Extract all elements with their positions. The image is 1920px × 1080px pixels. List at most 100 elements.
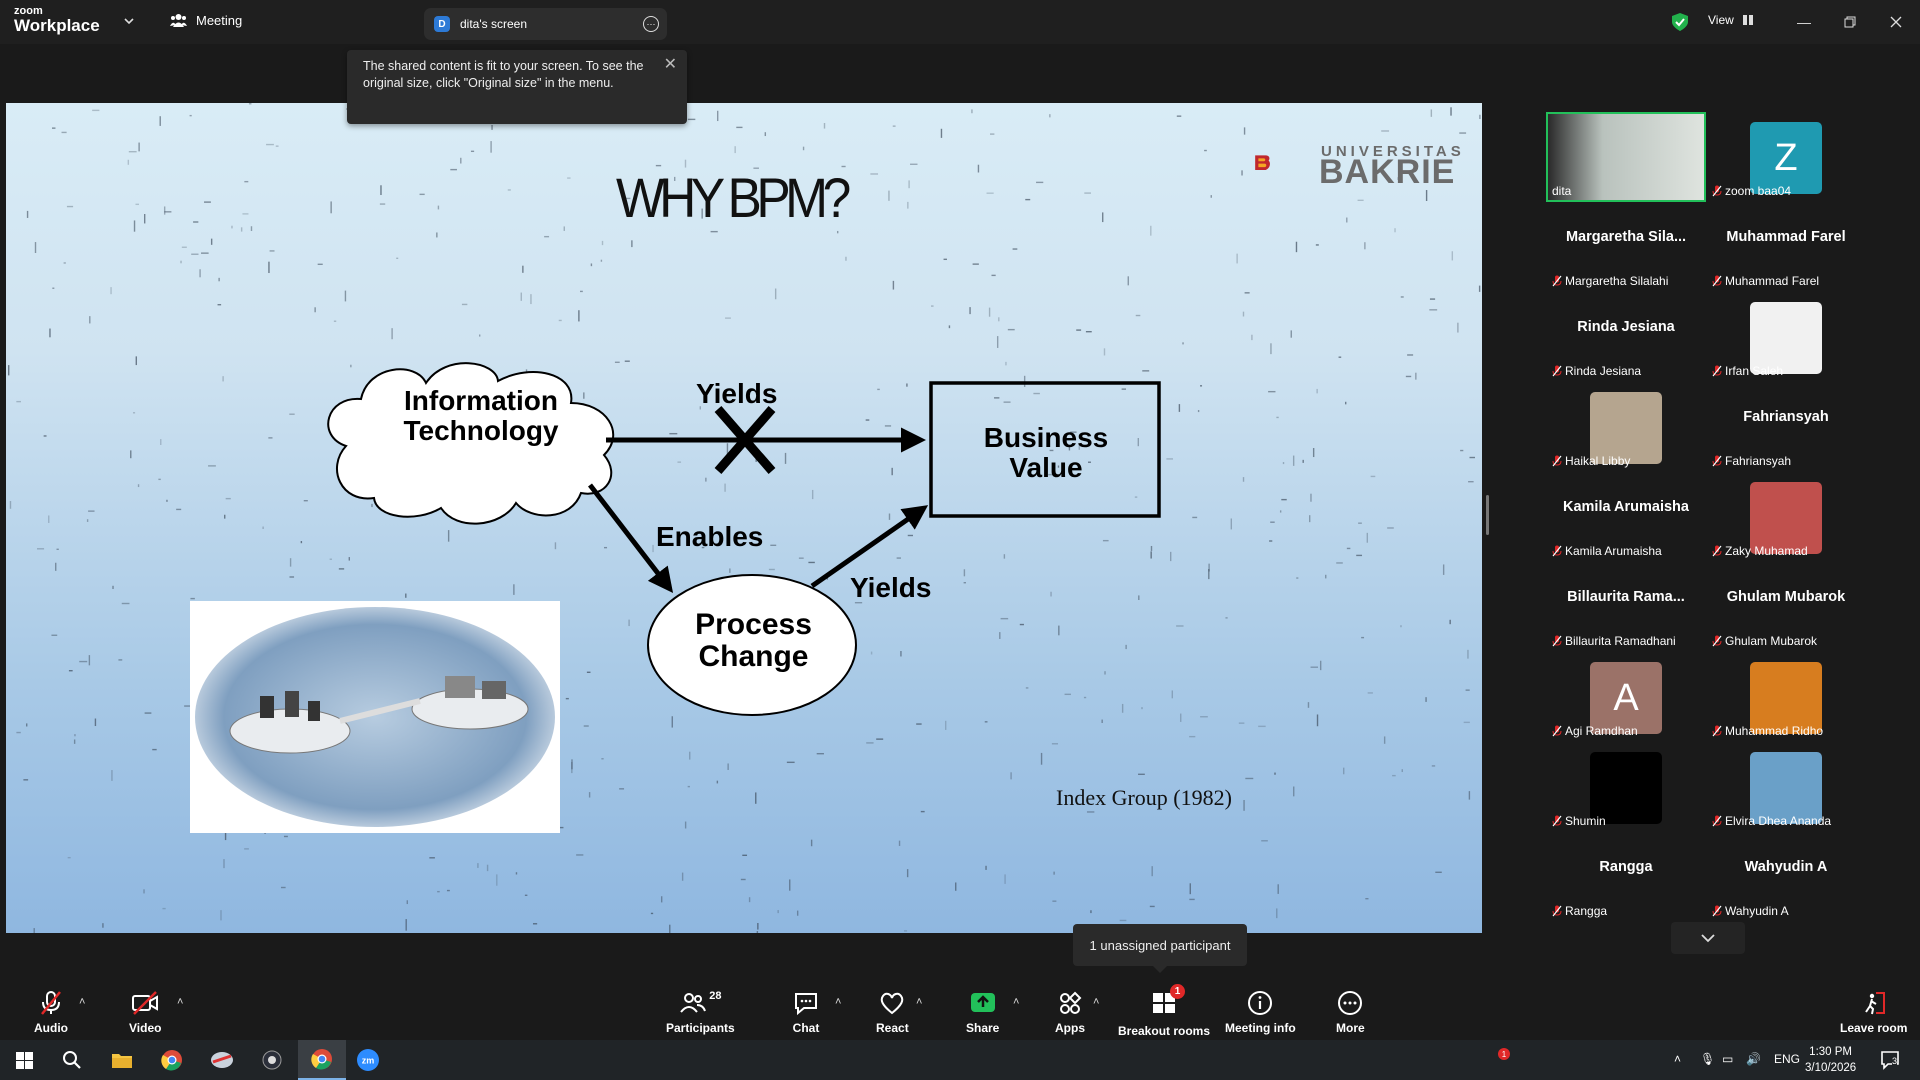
participant-name[interactable]: Margaretha Sila... [1546,229,1706,245]
presenter-badge: D [434,16,450,32]
svg-text:zm: zm [362,1056,375,1066]
windows-start-icon[interactable] [0,1040,48,1080]
chrome-icon[interactable] [148,1040,196,1080]
clock-time: 1:30 PM [1809,1046,1852,1058]
participant-name[interactable]: Ghulam Mubarok [1706,589,1866,605]
scroll-down-button[interactable] [1671,922,1745,954]
participant-label: Irfan Saleh [1712,364,1783,378]
apps-label: Apps [1055,1021,1085,1035]
restore-icon[interactable] [1840,12,1860,32]
react-button[interactable]: React [876,990,909,1035]
cloud-text: Information Technology [403,385,559,447]
close-window-icon[interactable] [1886,12,1906,32]
share-caret-icon[interactable]: ˄ [1013,996,1019,1008]
close-icon[interactable]: ✕ [664,56,677,73]
yields-label-bottom: Yields [850,572,932,603]
more-icon [1338,991,1363,1015]
tray-chevron-icon[interactable]: ˄ [1674,1052,1681,1066]
search-icon[interactable] [48,1040,96,1080]
participant-label: Rangga [1552,904,1607,918]
yields-label-top: Yields [696,378,778,409]
leave-icon [1864,992,1885,1015]
breakout-rooms-button[interactable]: 1 Breakout rooms [1118,984,1211,1038]
participant-name[interactable]: Rangga [1546,859,1706,875]
react-label: React [876,1021,909,1035]
participant-name[interactable]: Muhammad Farel [1706,229,1866,245]
view-label: View [1708,13,1734,27]
tray-notification-badge: 1 [1498,1048,1510,1060]
participant-label-text: Irfan Saleh [1725,364,1784,378]
app-icon[interactable] [198,1040,246,1080]
apps-button[interactable]: Apps [1055,990,1085,1035]
more-button[interactable]: More [1336,990,1365,1035]
participant-label: Muhammad Farel [1712,274,1819,288]
leave-room-button[interactable]: Leave room [1840,990,1907,1035]
tooltip-text: The shared content is fit to your screen… [363,59,644,90]
mic-muted-icon [1712,185,1722,197]
volume-icon[interactable]: 🔊 [1746,1052,1761,1066]
grid-view-icon [1742,15,1753,25]
more-options-icon[interactable]: ··· [643,16,659,32]
minimize-icon[interactable]: — [1794,12,1814,32]
meeting-menu[interactable]: Meeting [170,13,242,28]
notification-center-icon[interactable]: 3 [1880,1050,1902,1075]
mic-muted-icon [1552,455,1562,467]
participant-name[interactable]: Fahriansyah [1706,409,1866,425]
participant-name[interactable]: Wahyudin A [1706,859,1866,875]
video-button[interactable]: Video [129,990,161,1035]
breakout-tooltip: 1 unassigned participant [1073,924,1247,973]
windows-taskbar: zm 1 ˄ 🎙 ▭ 🔊 ENG 1:30 PM 3/10/2026 3 [0,1040,1920,1080]
participants-button[interactable]: 28 Participants [666,990,735,1035]
participant-label-text: Haikal Libby [1565,454,1631,468]
apps-icon [1060,991,1082,1014]
tray-mic-icon[interactable]: 🎙 [1700,1052,1715,1066]
participant-label: Agi Ramdhan [1552,724,1638,738]
chat-caret-icon[interactable]: ˄ [835,996,841,1008]
participant-label-text: dita [1552,184,1572,198]
react-caret-icon[interactable]: ˄ [916,996,922,1008]
file-explorer-icon[interactable] [98,1040,146,1080]
panel-resize-handle[interactable] [1486,495,1489,535]
chat-button[interactable]: Chat [792,990,820,1035]
title-bar: zoom Workplace Meeting D dita's screen ·… [0,0,1920,44]
chevron-down-icon [1701,934,1715,943]
fit-to-screen-tooltip: The shared content is fit to your screen… [347,50,687,124]
obs-icon[interactable] [248,1040,296,1080]
breakout-label: Breakout rooms [1118,1024,1211,1038]
participants-label: Participants [666,1021,735,1035]
view-button[interactable]: View [1708,13,1754,27]
heart-icon [881,992,904,1015]
participant-label-text: Wahyudin A [1725,904,1789,918]
participant-name[interactable]: Billaurita Rama... [1546,589,1706,605]
participant-label-text: Zaky Muhamad [1725,544,1808,558]
participant-name[interactable]: Kamila Arumaisha [1546,499,1706,515]
participant-label-text: Rinda Jesiana [1565,364,1642,378]
participant-label-text: Agi Ramdhan [1565,724,1638,738]
mic-muted-icon [1552,365,1562,377]
share-button[interactable]: Share [966,990,999,1035]
chevron-down-icon[interactable] [121,13,137,29]
share-screen-icon [970,993,995,1012]
audio-caret-icon[interactable]: ˄ [79,996,85,1008]
shared-screen: WHY BPM? UNIVERSITAS BAKRIE Information … [6,103,1482,933]
screen-share-tab[interactable]: D dita's screen ··· [424,8,667,40]
clock-date: 3/10/2026 [1805,1062,1857,1074]
participant-name[interactable]: Rinda Jesiana [1546,319,1706,335]
video-label: Video [129,1021,162,1035]
participant-label-text: Ghulam Mubarok [1725,634,1818,648]
participant-label: Kamila Arumaisha [1552,544,1662,558]
language-indicator[interactable]: ENG [1774,1052,1800,1066]
apps-caret-icon[interactable]: ˄ [1093,996,1099,1008]
audio-button[interactable]: Audio [34,990,68,1035]
zoom-app-icon[interactable]: zm [344,1040,392,1080]
participant-label-text: Shumin [1565,814,1606,828]
network-icon[interactable]: ▭ [1722,1052,1733,1066]
meeting-info-button[interactable]: Meeting info [1225,990,1296,1035]
mic-muted-icon [1712,635,1722,647]
shield-check-icon[interactable] [1670,12,1690,32]
clock[interactable]: 1:30 PM 3/10/2026 [1805,1044,1856,1076]
participant-label: Fahriansyah [1712,454,1791,468]
video-caret-icon[interactable]: ˄ [177,996,183,1008]
zoom-workplace-logo: zoom Workplace [14,6,100,35]
chrome-active-icon[interactable] [298,1040,346,1080]
